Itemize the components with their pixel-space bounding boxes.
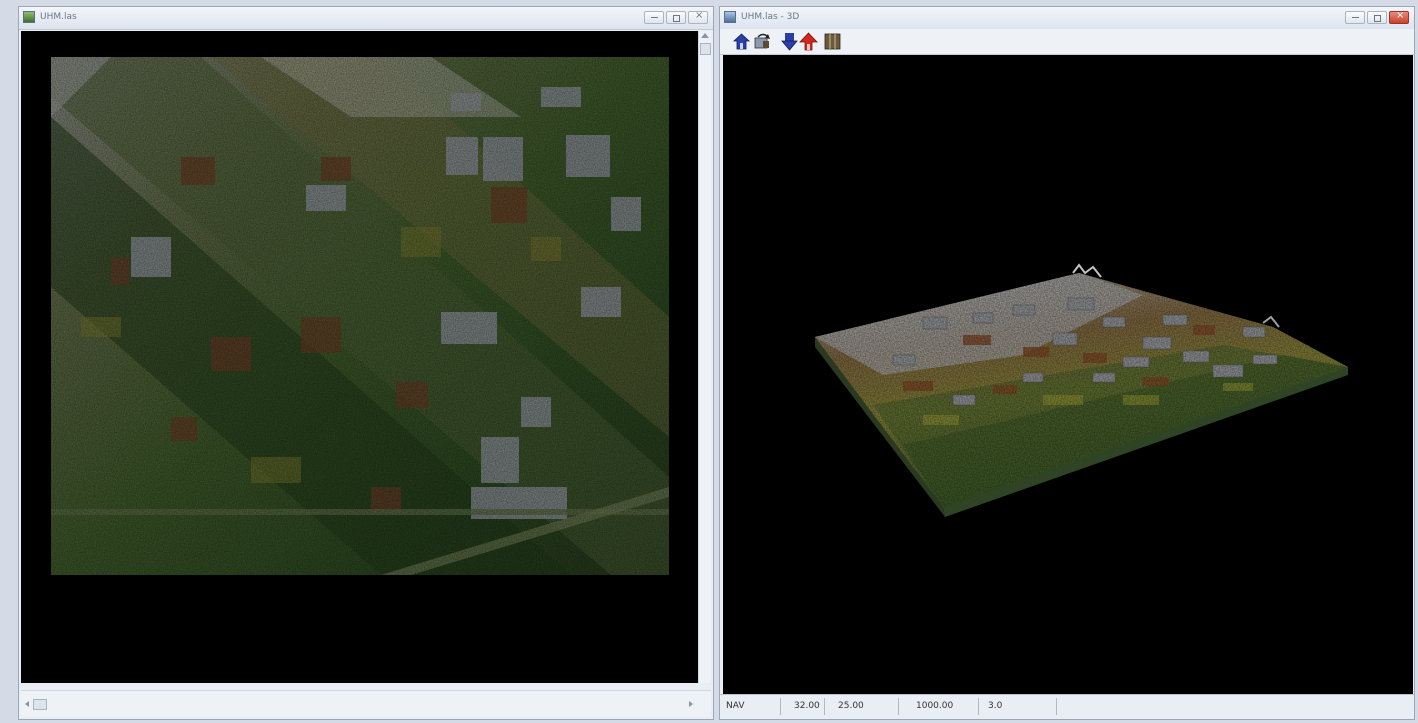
home-view-icon[interactable] <box>732 32 751 51</box>
title-bar-3d[interactable]: UHM.las - 3D <box>720 7 1414 30</box>
window-title: UHM.las <box>40 12 77 22</box>
point-cloud-2d-image <box>51 57 669 575</box>
window-title-3d: UHM.las - 3D <box>741 12 800 22</box>
point-cloud-3d-image <box>815 263 1348 517</box>
3d-point-cloud-viewport[interactable] <box>723 55 1413 695</box>
status-value-3: 1000.00 <box>916 701 954 711</box>
scroll-thumb-horizontal[interactable] <box>33 699 47 710</box>
status-mode: NAV <box>726 701 745 711</box>
title-bar[interactable]: UHM.las <box>19 7 713 30</box>
maximize-button[interactable] <box>1367 11 1387 24</box>
rotate-view-icon[interactable] <box>753 32 772 51</box>
toolbar-3d <box>720 29 1414 55</box>
scroll-thumb[interactable] <box>700 43 711 55</box>
horizontal-scrollbar[interactable] <box>21 690 711 717</box>
minimize-button[interactable] <box>644 11 664 24</box>
status-bar: NAV 32.00 25.00 1000.00 3.0 <box>720 694 1414 719</box>
vertical-scrollbar[interactable] <box>698 31 711 683</box>
minimize-button[interactable] <box>1345 11 1365 24</box>
scroll-right-icon[interactable] <box>689 701 693 707</box>
close-button[interactable] <box>688 10 708 24</box>
maximize-button[interactable] <box>666 11 686 24</box>
status-value-2: 25.00 <box>838 701 864 711</box>
window-2d-view: UHM.las <box>18 6 714 720</box>
window-3d-view: UHM.las - 3D × NAV 32.00 25.00 1000.00 3… <box>719 6 1415 720</box>
2d-point-cloud-viewport[interactable] <box>21 31 699 683</box>
status-value-1: 32.00 <box>794 701 820 711</box>
las-file-icon <box>23 11 35 23</box>
status-value-4: 3.0 <box>988 701 1003 711</box>
3d-view-icon <box>724 11 736 23</box>
scroll-up-icon[interactable] <box>701 33 709 38</box>
scroll-left-icon[interactable] <box>25 701 29 707</box>
grid-pattern-icon[interactable] <box>823 32 842 51</box>
close-button[interactable] <box>1389 10 1409 24</box>
up-arrow-red-icon[interactable] <box>799 32 818 51</box>
move-down-icon[interactable] <box>780 32 799 51</box>
